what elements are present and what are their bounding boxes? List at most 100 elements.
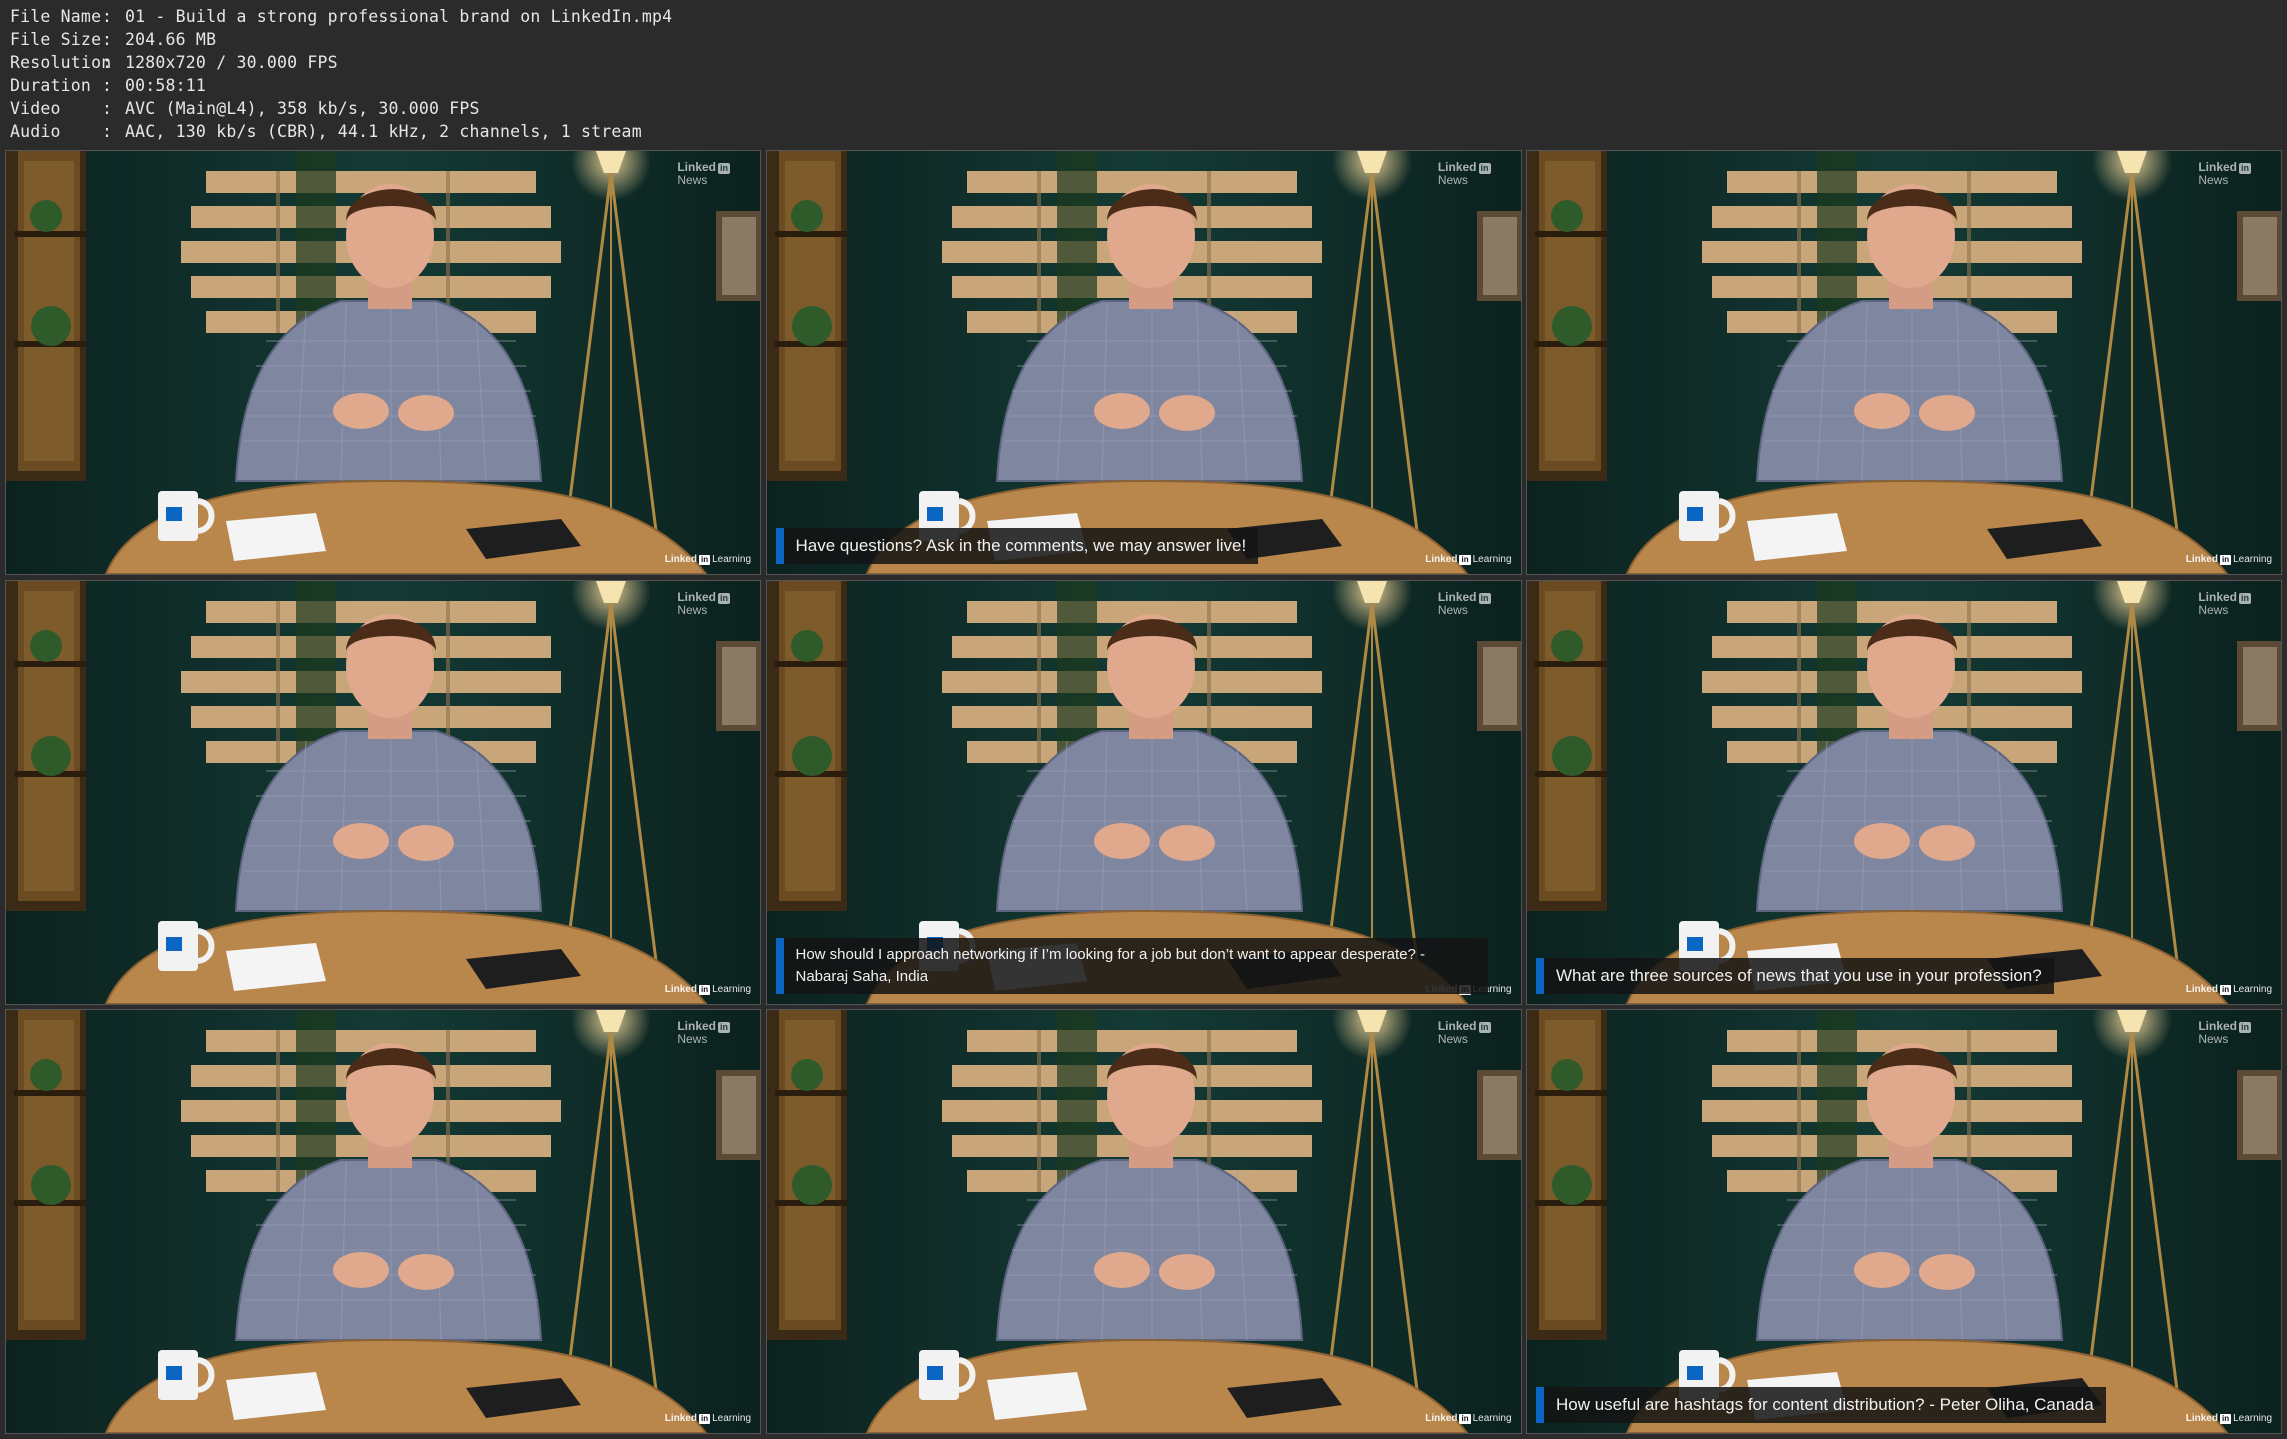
linkedin-learning-watermark: LinkedinLearning [2186, 984, 2272, 995]
linkedin-learning-watermark: LinkedinLearning [1425, 1413, 1512, 1424]
linkedin-learning-watermark: LinkedinLearning [2186, 554, 2272, 565]
linkedin-in-icon: in [2219, 984, 2232, 995]
file-info-panel: File Name : 01 - Build a strong professi… [10, 5, 672, 143]
linkedin-in-icon: in [718, 163, 730, 174]
caption-overlay: Have questions? Ask in the comments, we … [775, 528, 1259, 564]
video-frame-scene [1527, 1010, 2281, 1433]
linkedin-news-watermark: Linked in News [1437, 589, 1491, 617]
learning-linked-text: Linked [664, 1413, 697, 1424]
video-frame-scene [6, 1010, 760, 1433]
linkedin-news-watermark: Linked in News [1438, 1020, 1491, 1046]
watermark-linked-text: Linked [1437, 589, 1477, 604]
info-row-file-size: File Size : 204.66 MB [10, 28, 672, 51]
linkedin-learning-watermark: LinkedinLearning [665, 984, 751, 995]
info-value: 01 - Build a strong professional brand o… [125, 7, 673, 26]
video-thumbnail-3: Linked in News Linked in Learning [1526, 150, 2282, 575]
linkedin-in-icon: in [698, 984, 711, 995]
linkedin-learning-watermark: LinkedinLearning [1425, 554, 1512, 565]
linkedin-in-icon: in [1478, 1022, 1491, 1033]
linkedin-in-icon: in [1478, 592, 1491, 604]
linkedin-news-watermark: Linked in News [2198, 589, 2251, 617]
info-row-resolution: Resolution : 1280x720 / 30.000 FPS [10, 51, 672, 74]
linkedin-learning-watermark: LinkedinLearning [665, 554, 751, 565]
learning-linked-text: Linked [2185, 1413, 2218, 1424]
watermark-linked-text: Linked [2198, 589, 2237, 604]
watermark-news-text: News [2198, 602, 2229, 617]
video-thumbnail-5: Linkedin News LinkedinLearning How shoul… [765, 579, 1522, 1005]
info-row-file-name: File Name : 01 - Build a strong professi… [10, 5, 672, 28]
learning-linked-text: Linked [1425, 554, 1458, 565]
linkedin-in-icon: in [2219, 555, 2232, 565]
linkedin-in-icon: in [698, 1414, 711, 1424]
watermark-news-text: News [1437, 1032, 1468, 1046]
info-label: Audio [10, 122, 61, 141]
learning-text: Learning [2233, 554, 2272, 565]
video-thumbnail-2: Linked in News Linked in Learning Have ques… [765, 150, 1522, 575]
info-separator: : [102, 7, 113, 26]
learning-text: Learning [1472, 1413, 1512, 1424]
info-separator: : [102, 30, 113, 49]
linkedin-learning-watermark: LinkedinLearning [2186, 1413, 2272, 1424]
info-label: Duration [10, 76, 92, 95]
learning-linked-text: Linked [2185, 554, 2218, 565]
info-separator: : [102, 99, 113, 118]
video-thumbnail-8: Linked in News Linked in Learning [765, 1009, 1522, 1434]
info-separator: : [102, 122, 113, 141]
learning-text: Learning [1472, 554, 1512, 565]
caption-overlay: How useful are hashtags for content dist… [1536, 1387, 2106, 1423]
linkedin-in-icon: in [2219, 1414, 2232, 1424]
learning-text: Learning [2233, 983, 2272, 995]
linkedin-in-icon: in [698, 555, 711, 565]
info-value: AAC, 130 kb/s (CBR), 44.1 kHz, 2 channel… [125, 122, 642, 141]
thumbnail-grid: Linked in News Linked in Learning Linked… [5, 150, 2282, 1434]
info-row-audio: Audio : AAC, 130 kb/s (CBR), 44.1 kHz, 2… [10, 120, 672, 143]
caption-overlay: How should I approach networking if I’m … [775, 937, 1488, 994]
video-frame-scene [6, 580, 760, 1004]
watermark-linked-text: Linked [1437, 1019, 1477, 1033]
linkedin-learning-watermark: LinkedinLearning [665, 1413, 751, 1424]
info-label: Resolution [10, 53, 112, 72]
watermark-linked-text: Linked [2198, 160, 2237, 174]
linkedin-in-icon: in [1459, 1414, 1471, 1424]
watermark-linked-text: Linked [1437, 160, 1477, 174]
learning-text: Learning [2233, 1413, 2272, 1424]
video-frame-scene [766, 151, 1521, 574]
learning-text: Learning [712, 983, 751, 995]
linkedin-news-watermark: Linked in News [2198, 1020, 2251, 1046]
linkedin-in-icon: in [1459, 555, 1471, 565]
caption-overlay: What are three sources of news that you … [1536, 957, 2054, 994]
info-value: 204.66 MB [125, 30, 217, 49]
learning-text: Learning [712, 554, 751, 565]
linkedin-in-icon: in [2239, 163, 2251, 174]
video-frame-scene [766, 1010, 1521, 1433]
watermark-news-text: News [1437, 602, 1468, 617]
linkedin-news-watermark: Linked in News [1438, 161, 1491, 187]
linkedin-news-watermark: Linked in News [677, 590, 730, 617]
watermark-linked-text: Linked [677, 1019, 716, 1033]
info-row-duration: Duration : 00:58:11 [10, 74, 672, 97]
video-thumbnail-1: Linked in News Linked in Learning [5, 150, 761, 575]
watermark-news-text: News [1437, 173, 1468, 187]
linkedin-in-icon: in [718, 592, 730, 604]
linkedin-in-icon: in [2239, 592, 2251, 604]
watermark-news-text: News [2198, 173, 2229, 187]
watermark-news-text: News [677, 173, 708, 187]
watermark-linked-text: Linked [677, 160, 716, 174]
learning-linked-text: Linked [664, 983, 697, 995]
linkedin-news-watermark: Linked in News [2198, 161, 2251, 187]
video-frame-scene [6, 151, 760, 574]
video-thumbnail-9: Linked in News Linked in Learning How usefu… [1526, 1009, 2282, 1434]
linkedin-news-watermark: Linked in News [677, 161, 730, 187]
linkedin-in-icon: in [2239, 1022, 2251, 1033]
linkedin-in-icon: in [1478, 163, 1491, 174]
info-separator: : [102, 76, 113, 95]
info-label: File Name [10, 7, 102, 26]
learning-linked-text: Linked [1425, 1413, 1458, 1424]
video-thumbnail-4: Linked in News Linked in Learning [5, 579, 761, 1005]
info-value: 1280x720 / 30.000 FPS [125, 53, 338, 72]
info-label: Video [10, 99, 61, 118]
learning-linked-text: Linked [664, 554, 697, 565]
video-thumbnail-7: Linked in News Linked in Learning [5, 1009, 761, 1434]
info-value: AVC (Main@L4), 358 kb/s, 30.000 FPS [125, 99, 480, 118]
learning-text: Learning [712, 1413, 751, 1424]
